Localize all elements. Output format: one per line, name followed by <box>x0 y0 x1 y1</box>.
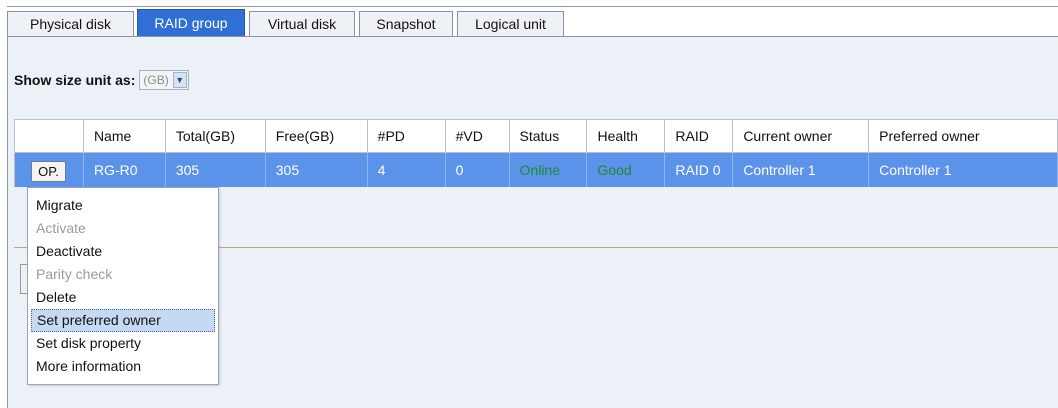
op-button[interactable]: OP. <box>31 161 66 182</box>
tab-raid-group[interactable]: RAID group <box>137 9 245 39</box>
cell-free: 305 <box>265 153 368 187</box>
size-unit-value: (GB) <box>143 73 169 87</box>
chevron-down-icon[interactable]: ▼ <box>172 72 187 88</box>
tab-snapshot[interactable]: Snapshot <box>359 11 453 37</box>
column-header-health[interactable]: Health <box>587 120 666 153</box>
column-header-name[interactable]: Name <box>83 120 166 153</box>
cell-status: Online <box>509 153 588 187</box>
tab-logical-unit[interactable]: Logical unit <box>457 11 564 37</box>
cell-preferred-owner: Controller 1 <box>869 153 1058 187</box>
menu-item-set-disk-property[interactable]: Set disk property <box>28 332 218 355</box>
column-header-free[interactable]: Free(GB) <box>265 120 368 153</box>
raid-group-table: Name Total(GB) Free(GB) #PD #VD Status H… <box>14 119 1058 187</box>
cell-name: RG-R0 <box>83 153 166 187</box>
size-unit-select[interactable]: (GB) ▼ <box>139 70 189 90</box>
cell-current-owner: Controller 1 <box>733 153 870 187</box>
tab-virtual-disk[interactable]: Virtual disk <box>249 11 355 37</box>
column-header-vd[interactable]: #VD <box>445 120 510 153</box>
table-row[interactable]: RG-R0 305 305 4 0 Online Good RAID 0 Con… <box>15 153 1058 187</box>
cell-pd: 4 <box>367 153 446 187</box>
column-header-current-owner[interactable]: Current owner <box>733 120 870 153</box>
cell-raid: RAID 0 <box>665 153 734 187</box>
tab-bar: Physical disk RAID group Virtual disk Sn… <box>7 7 1058 39</box>
tab-physical-disk[interactable]: Physical disk <box>7 11 134 37</box>
op-context-menu: Migrate Activate Deactivate Parity check… <box>27 187 219 385</box>
menu-item-activate: Activate <box>36 220 86 236</box>
menu-item-parity-check: Parity check <box>36 266 113 282</box>
size-unit-row: Show size unit as: (GB) ▼ <box>14 69 189 91</box>
menu-item-set-preferred-owner[interactable]: Set preferred owner <box>31 309 215 332</box>
column-header-op <box>15 120 84 153</box>
menu-item-delete[interactable]: Delete <box>28 286 218 309</box>
column-header-total[interactable]: Total(GB) <box>165 120 266 153</box>
menu-item-more-information[interactable]: More information <box>28 355 218 378</box>
table-header-row: Name Total(GB) Free(GB) #PD #VD Status H… <box>15 120 1058 153</box>
cell-vd: 0 <box>445 153 510 187</box>
menu-item-deactivate[interactable]: Deactivate <box>28 240 218 263</box>
menu-item-migrate[interactable]: Migrate <box>28 194 218 217</box>
cell-total: 305 <box>165 153 266 187</box>
column-header-status[interactable]: Status <box>509 120 588 153</box>
column-header-preferred-owner[interactable]: Preferred owner <box>869 120 1058 153</box>
size-unit-label: Show size unit as: <box>14 72 136 88</box>
column-header-raid[interactable]: RAID <box>665 120 734 153</box>
cell-health: Good <box>587 153 666 187</box>
column-header-pd[interactable]: #PD <box>367 120 446 153</box>
